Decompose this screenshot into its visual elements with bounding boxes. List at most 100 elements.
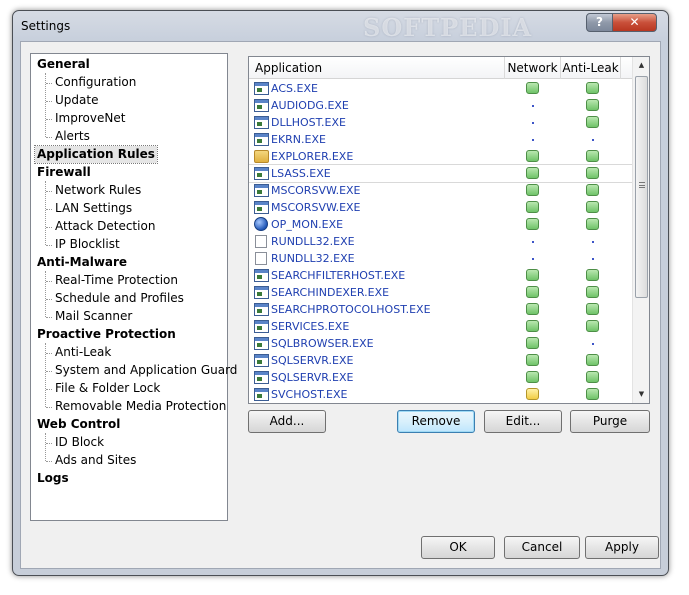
table-row[interactable]: SEARCHINDEXER.EXE xyxy=(249,284,632,301)
network-status-allow-icon[interactable] xyxy=(526,201,539,213)
table-row[interactable]: MSCORSVW.EXE xyxy=(249,199,632,216)
anti-leak-status-allow-icon[interactable] xyxy=(586,388,599,400)
anti-leak-status-allow-icon[interactable] xyxy=(586,354,599,366)
tree-item-attack-detection[interactable]: Attack Detection xyxy=(55,218,155,235)
tree-item-lan-settings[interactable]: LAN Settings xyxy=(55,200,132,217)
table-row[interactable]: DLLHOST.EXE xyxy=(249,114,632,131)
table-row[interactable]: SQLBROWSER.EXE xyxy=(249,335,632,352)
table-row[interactable]: RUNDLL32.EXE xyxy=(249,250,632,267)
tree-item-firewall[interactable]: Firewall xyxy=(37,164,91,181)
anti-leak-status-unset-icon[interactable] xyxy=(592,258,594,260)
network-status-allow-icon[interactable] xyxy=(526,320,539,332)
anti-leak-status-unset-icon[interactable] xyxy=(592,241,594,243)
tree-item-configuration[interactable]: Configuration xyxy=(55,74,136,91)
table-row[interactable]: ACS.EXE xyxy=(249,80,632,97)
table-row[interactable]: SEARCHPROTOCOLHOST.EXE xyxy=(249,301,632,318)
tree-item-general[interactable]: General xyxy=(37,56,90,73)
remove-button[interactable]: Remove xyxy=(397,410,475,433)
network-status-allow-icon[interactable] xyxy=(526,286,539,298)
add-button[interactable]: Add... xyxy=(248,410,326,433)
network-status-unset-icon[interactable] xyxy=(532,241,534,243)
anti-leak-status-allow-icon[interactable] xyxy=(586,116,599,128)
title-bar[interactable]: Settings SOFTPEDIA ? ✕ xyxy=(13,11,668,42)
table-row[interactable]: RUNDLL32.EXE xyxy=(249,233,632,250)
scroll-down-arrow-icon[interactable]: ▼ xyxy=(633,386,649,403)
table-row[interactable]: MSCORSVW.EXE xyxy=(249,182,632,199)
ok-button[interactable]: OK xyxy=(421,536,495,559)
column-header-application[interactable]: Application xyxy=(249,57,505,79)
table-row[interactable]: SQLSERVR.EXE xyxy=(249,369,632,386)
table-row[interactable]: LSASS.EXE xyxy=(249,164,633,183)
network-status-allow-icon[interactable] xyxy=(526,337,539,349)
anti-leak-status-allow-icon[interactable] xyxy=(586,99,599,111)
network-status-allow-icon[interactable] xyxy=(526,303,539,315)
table-row[interactable]: SEARCHFILTERHOST.EXE xyxy=(249,267,632,284)
anti-leak-status-allow-icon[interactable] xyxy=(586,82,599,94)
tree-item-system-and-application-guard[interactable]: System and Application Guard xyxy=(55,362,237,379)
anti-leak-status-allow-icon[interactable] xyxy=(586,201,599,213)
tree-item-mail-scanner[interactable]: Mail Scanner xyxy=(55,308,132,325)
anti-leak-status-unset-icon[interactable] xyxy=(592,139,594,141)
table-row[interactable]: SVCHOST.EXE xyxy=(249,386,632,403)
network-status-allow-icon[interactable] xyxy=(526,167,539,179)
network-status-allow-icon[interactable] xyxy=(526,354,539,366)
tree-item-update[interactable]: Update xyxy=(55,92,98,109)
tree-item-anti-malware[interactable]: Anti-Malware xyxy=(37,254,127,271)
tree-item-proactive-protection[interactable]: Proactive Protection xyxy=(37,326,176,343)
vertical-scrollbar[interactable]: ▲ ▼ xyxy=(632,57,649,403)
network-status-unset-icon[interactable] xyxy=(532,258,534,260)
tree-item-schedule-and-profiles[interactable]: Schedule and Profiles xyxy=(55,290,184,307)
tree-item-id-block[interactable]: ID Block xyxy=(55,434,104,451)
tree-item-ip-blocklist[interactable]: IP Blocklist xyxy=(55,236,120,253)
help-button[interactable]: ? xyxy=(586,13,613,32)
close-button[interactable]: ✕ xyxy=(612,13,657,32)
network-status-unset-icon[interactable] xyxy=(532,139,534,141)
anti-leak-status-allow-icon[interactable] xyxy=(586,184,599,196)
anti-leak-status-allow-icon[interactable] xyxy=(586,269,599,281)
network-status-allow-icon[interactable] xyxy=(526,269,539,281)
tree-item-ads-and-sites[interactable]: Ads and Sites xyxy=(55,452,136,469)
column-header-anti-leak[interactable]: Anti-Leak xyxy=(561,57,621,79)
column-header-network[interactable]: Network xyxy=(505,57,561,79)
anti-leak-status-allow-icon[interactable] xyxy=(586,320,599,332)
table-row[interactable]: EKRN.EXE xyxy=(249,131,632,148)
edit-button[interactable]: Edit... xyxy=(484,410,562,433)
anti-leak-status-allow-icon[interactable] xyxy=(586,218,599,230)
tree-item-anti-leak[interactable]: Anti-Leak xyxy=(55,344,111,361)
table-row[interactable]: EXPLORER.EXE xyxy=(249,148,632,165)
anti-leak-status-allow-icon[interactable] xyxy=(586,167,599,179)
network-status-unset-icon[interactable] xyxy=(532,122,534,124)
network-status-allow-icon[interactable] xyxy=(526,218,539,230)
tree-item-logs[interactable]: Logs xyxy=(37,470,69,487)
apply-button[interactable]: Apply xyxy=(585,536,659,559)
anti-leak-status-allow-icon[interactable] xyxy=(586,150,599,162)
scroll-up-arrow-icon[interactable]: ▲ xyxy=(633,57,649,74)
network-status-warn-icon[interactable] xyxy=(526,388,539,400)
table-row[interactable]: SQLSERVR.EXE xyxy=(249,352,632,369)
tree-item-improvenet[interactable]: ImproveNet xyxy=(55,110,125,127)
network-status-unset-icon[interactable] xyxy=(532,105,534,107)
tree-item-alerts[interactable]: Alerts xyxy=(55,128,90,145)
anti-leak-status-allow-icon[interactable] xyxy=(586,371,599,383)
tree-item-file-folder-lock[interactable]: File & Folder Lock xyxy=(55,380,160,397)
tree-item-network-rules[interactable]: Network Rules xyxy=(55,182,141,199)
tree-item-real-time-protection[interactable]: Real-Time Protection xyxy=(55,272,178,289)
tree-item-application-rules[interactable]: Application Rules xyxy=(34,145,158,164)
anti-leak-status-allow-icon[interactable] xyxy=(586,286,599,298)
network-status-allow-icon[interactable] xyxy=(526,184,539,196)
network-status-allow-icon[interactable] xyxy=(526,371,539,383)
tree-item-web-control[interactable]: Web Control xyxy=(37,416,120,433)
anti-leak-status-unset-icon[interactable] xyxy=(592,343,594,345)
network-status-allow-icon[interactable] xyxy=(526,82,539,94)
scrollbar-thumb[interactable] xyxy=(635,76,648,298)
purge-button[interactable]: Purge xyxy=(570,410,650,433)
cancel-button[interactable]: Cancel xyxy=(504,536,580,559)
network-status-allow-icon[interactable] xyxy=(526,150,539,162)
application-rules-list[interactable]: Application Network Anti-Leak ACS.EXE AUD… xyxy=(248,56,650,404)
anti-leak-status-allow-icon[interactable] xyxy=(586,303,599,315)
table-row[interactable]: OP_MON.EXE xyxy=(249,216,632,233)
tree-item-removable-media-protection[interactable]: Removable Media Protection xyxy=(55,398,226,415)
table-row[interactable]: AUDIODG.EXE xyxy=(249,97,632,114)
table-row[interactable]: SERVICES.EXE xyxy=(249,318,632,335)
settings-tree[interactable]: General Configuration Update ImproveNet Aler… xyxy=(30,53,237,521)
